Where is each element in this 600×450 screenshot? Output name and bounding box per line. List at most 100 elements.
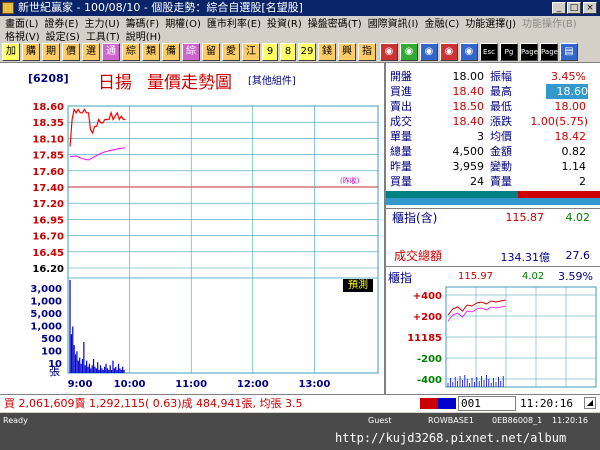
watermark-url: http://kujd3268.pixnet.net/album xyxy=(335,431,567,445)
clock: 11:20:16 xyxy=(520,397,573,410)
quote-label: 單量 xyxy=(390,130,412,143)
quote-row: 買進 18.40 最高 18.60 xyxy=(386,84,600,99)
mini-index-pct: 3.59% xyxy=(558,270,593,283)
page-up-button[interactable]: Page xyxy=(520,43,538,61)
menu-item[interactable]: 功能選擇(J) xyxy=(462,17,519,32)
x-tick-label: 13:00 xyxy=(298,379,330,390)
minimize-button[interactable]: _ xyxy=(552,2,566,14)
toolbar-button[interactable]: 興 xyxy=(338,43,356,61)
tool-icon[interactable]: ◉ xyxy=(440,43,458,61)
mini-index-chart: +400 +200 11185 -200 -400 xyxy=(407,286,597,388)
window-title-bar: 新世紀贏家 - 100/08/10 - 個股走勢：綜合自選股[名望股] _ □ … xyxy=(0,0,600,16)
price-line xyxy=(69,107,126,147)
x-tick-label: 11:00 xyxy=(175,379,207,390)
status-watch: 0EB86008_1 xyxy=(492,416,543,425)
status-rows: ROWBASE1 xyxy=(428,416,474,425)
toolbar-button[interactable]: 愛 xyxy=(222,43,240,61)
close-button[interactable]: × xyxy=(583,2,597,14)
quote-label: 漲跌 xyxy=(490,115,512,128)
toolbar-button[interactable]: 類 xyxy=(142,43,160,61)
esc-button[interactable]: Esc xyxy=(480,43,498,61)
quote-label: 成交 xyxy=(390,115,412,128)
toolbar-button[interactable]: 江 xyxy=(242,43,260,61)
intraday-chart: 18.60 18.35 18.10 17.85 17.60 17.40 17.20 16.95… xyxy=(30,102,379,390)
menu-item[interactable]: 國際資訊(I) xyxy=(365,17,422,32)
x-tick-label: 12:00 xyxy=(237,379,269,390)
toolbar-button[interactable]: 期 xyxy=(42,43,60,61)
tool-icon[interactable]: ◉ xyxy=(420,43,438,61)
toolbar-button[interactable]: 選 xyxy=(82,43,100,61)
window-title: 新世紀贏家 - 100/08/10 - 個股走勢：綜合自選股[名望股] xyxy=(18,1,303,14)
toolbar-button[interactable]: 9 xyxy=(262,43,278,61)
toolbar-button[interactable]: 備 xyxy=(162,43,180,61)
strength-bar xyxy=(386,191,600,205)
resize-icon[interactable]: ◢ xyxy=(584,397,596,409)
menu-item[interactable]: 期權(O) xyxy=(162,17,204,32)
status-time: 11:20:16 xyxy=(552,416,588,425)
color-swatch xyxy=(420,398,438,409)
quote-label: 賣量 xyxy=(490,175,512,188)
prev-volume-value: 3,959 xyxy=(452,160,485,173)
toolbar-button[interactable]: 8 xyxy=(280,43,296,61)
toolbar-button[interactable]: 29 xyxy=(298,43,316,61)
menu-item[interactable]: 金融(C) xyxy=(421,17,462,32)
toolbar-button[interactable]: 錢 xyxy=(318,43,336,61)
quote-row: 昨量 3,959 變動 1.14 xyxy=(386,159,600,174)
volume-tick-label: 3,000 xyxy=(30,284,62,295)
menu-item[interactable]: 操盤密碼(T) xyxy=(305,17,365,32)
toolbar-button[interactable]: 指 xyxy=(358,43,376,61)
strength-bar-segment xyxy=(386,198,600,205)
tool-icon[interactable]: ◉ xyxy=(400,43,418,61)
quote-panel: 開盤 18.00 振幅 3.45% 買進 18.40 最高 18.60 賣出 1… xyxy=(386,63,600,394)
maximize-button[interactable]: □ xyxy=(567,2,581,14)
quote-label: 金額 xyxy=(490,145,512,158)
quote-label: 開盤 xyxy=(390,70,412,83)
mini-tick-label: 11185 xyxy=(407,333,442,344)
toolbar-button[interactable]: 通 xyxy=(102,43,120,61)
y-tick-label: 18.35 xyxy=(32,118,64,129)
code-input[interactable]: 001 xyxy=(458,396,516,411)
price-volume-chart-panel: [6208] 日揚 量價走勢圖 [其他組件] 18.60 18.35 18.10 17… xyxy=(0,63,386,394)
tool-icon[interactable]: ◉ xyxy=(460,43,478,61)
mini-average-line xyxy=(447,305,506,322)
total-volume-value: 4,500 xyxy=(452,145,485,158)
toolbar-button[interactable]: 加 xyxy=(2,43,20,61)
turnover-value: 134.31億 xyxy=(500,251,551,264)
toolbar-button[interactable]: 價 xyxy=(62,43,80,61)
volume-tick-label: 1,000 xyxy=(30,297,62,308)
toolbar-button[interactable]: 綜 xyxy=(182,43,200,61)
window-icon[interactable]: ▤ xyxy=(560,43,578,61)
volume-tick-label: 5,000 xyxy=(30,309,62,320)
y-tick-label: 17.85 xyxy=(32,151,64,162)
quote-row: 成交 18.40 漲跌 1.00(5.75) xyxy=(386,114,600,129)
toolbar-button[interactable]: 綜 xyxy=(122,43,140,61)
low-value: 18.00 xyxy=(554,100,587,113)
y-tick-label: 16.95 xyxy=(32,215,64,226)
sell-volume-value: 2 xyxy=(579,175,586,188)
menu-item[interactable]: 匯市利率(E) xyxy=(204,17,264,32)
quote-row: 買量 24 賣量 2 xyxy=(386,174,600,189)
bid-value: 18.40 xyxy=(452,85,485,98)
high-value: 18.60 xyxy=(546,84,588,99)
quote-label: 買量 xyxy=(390,175,412,188)
toolbar-button[interactable]: 留 xyxy=(202,43,220,61)
page-down-button[interactable]: Page xyxy=(540,43,558,61)
index-value: 115.87 xyxy=(505,211,545,224)
mini-tick-label: +400 xyxy=(413,291,442,302)
index-change: 4.02 xyxy=(565,211,591,224)
x-tick-label: 10:00 xyxy=(114,379,146,390)
lot-value: 3 xyxy=(477,130,484,143)
tool-icon[interactable]: ◉ xyxy=(380,43,398,61)
strength-bar-segment xyxy=(518,191,600,198)
y-tick-label: 17.20 xyxy=(32,199,64,210)
y-tick-label: 17.60 xyxy=(32,167,64,178)
forecast-label[interactable]: 預測 xyxy=(343,279,373,292)
toolbar-button[interactable]: 購 xyxy=(22,43,40,61)
menu-item[interactable]: 投資(R) xyxy=(264,17,305,32)
summary-bar: 買 2,061,609賣 1,292,115( 0.63)成 484,941張,… xyxy=(0,394,600,412)
x-tick-label: 9:00 xyxy=(68,379,93,390)
change-value: 1.00(5.75) xyxy=(530,115,588,128)
quote-row: 開盤 18.00 振幅 3.45% xyxy=(386,69,600,84)
mini-index-value: 115.97 xyxy=(458,271,493,282)
pg-button[interactable]: Pg xyxy=(500,43,518,61)
